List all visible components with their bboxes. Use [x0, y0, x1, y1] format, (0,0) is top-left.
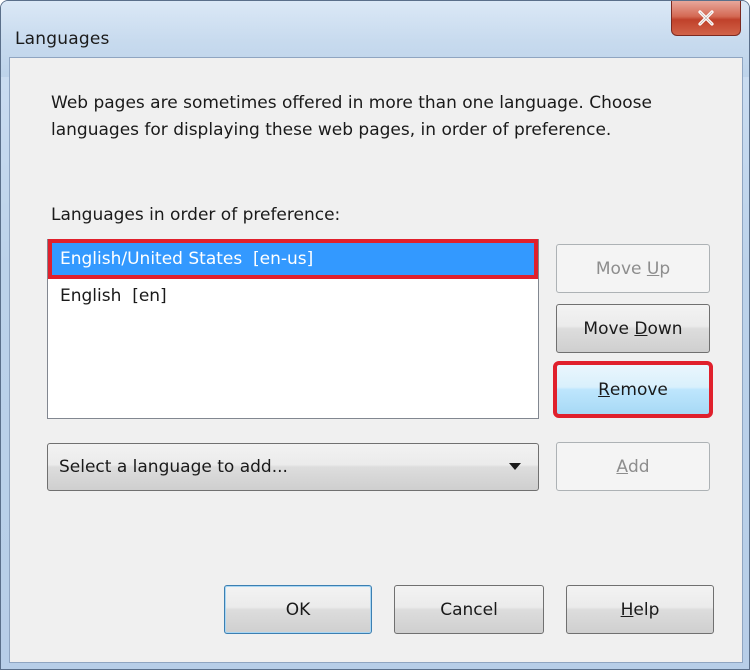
- add-button[interactable]: Add: [556, 442, 710, 491]
- remove-mnemonic: R: [598, 379, 610, 400]
- move-up-label-suffix: p: [659, 258, 671, 279]
- close-button[interactable]: [671, 1, 741, 36]
- help-mnemonic: H: [620, 599, 634, 620]
- move-down-label-prefix: Move: [583, 318, 635, 339]
- dialog-body: Web pages are sometimes offered in more …: [9, 57, 743, 663]
- language-select-value: Select a language to add...: [59, 457, 288, 477]
- language-list-item-en-us[interactable]: English/United States [en-us]: [48, 239, 538, 279]
- move-down-label-suffix: own: [647, 318, 683, 339]
- dialog-description: Web pages are sometimes offered in more …: [51, 93, 653, 140]
- cancel-button[interactable]: Cancel: [394, 585, 544, 634]
- ok-button[interactable]: OK: [224, 585, 372, 634]
- languages-dialog: Languages Web pages are sometimes offere…: [0, 0, 750, 670]
- language-list-label: Languages in order of preference:: [51, 205, 341, 225]
- help-label-suffix: elp: [633, 599, 660, 620]
- add-label-suffix: dd: [628, 456, 650, 477]
- move-up-button[interactable]: Move Up: [556, 244, 710, 293]
- language-select[interactable]: Select a language to add...: [47, 443, 539, 491]
- move-up-mnemonic: U: [646, 258, 660, 279]
- close-icon: [698, 10, 714, 26]
- language-list-item-en[interactable]: English [en]: [52, 280, 534, 312]
- remove-label-suffix: emove: [609, 379, 668, 400]
- move-down-mnemonic: D: [634, 318, 648, 339]
- move-down-button[interactable]: Move Down: [556, 304, 710, 353]
- move-up-label-prefix: Move: [595, 258, 647, 279]
- chevron-down-icon[interactable]: [509, 463, 521, 470]
- language-list[interactable]: English/United States [en-us] English [e…: [47, 239, 539, 419]
- window-title: Languages: [15, 29, 110, 49]
- remove-button[interactable]: Remove: [553, 361, 713, 418]
- add-mnemonic: A: [616, 456, 629, 477]
- help-button[interactable]: Help: [566, 585, 714, 634]
